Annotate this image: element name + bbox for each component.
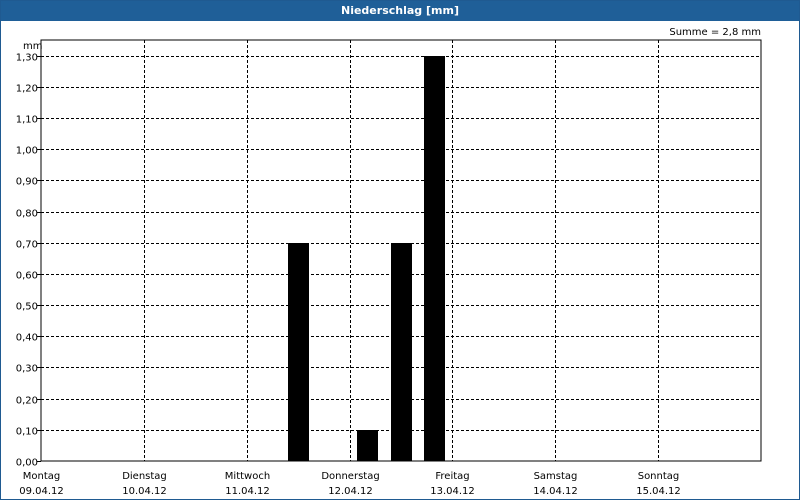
y-tick-label: 1,10 — [16, 115, 38, 126]
y-tick-label: 0,50 — [16, 302, 38, 313]
x-day-label: Mittwoch — [225, 471, 270, 482]
x-date-label: 12.04.12 — [328, 486, 373, 497]
y-tick-label: 1,30 — [16, 53, 38, 64]
y-tick-label: 0,00 — [16, 458, 38, 469]
y-tick-label: 0,80 — [16, 209, 38, 220]
y-tick-label: 0,30 — [16, 364, 38, 375]
y-axis-unit: mm — [23, 41, 42, 52]
y-tick-label: 0,90 — [16, 177, 38, 188]
x-date-label: 10.04.12 — [122, 486, 167, 497]
precipitation-bar — [357, 430, 378, 461]
x-day-label: Donnerstag — [321, 471, 379, 482]
x-day-label: Freitag — [435, 471, 469, 482]
x-day-label: Dienstag — [122, 471, 167, 482]
x-date-label: 15.04.12 — [636, 486, 681, 497]
precipitation-bar — [391, 243, 412, 461]
precipitation-bar — [288, 243, 309, 461]
y-tick-label: 1,00 — [16, 146, 38, 157]
y-tick-label: 0,60 — [16, 271, 38, 282]
y-tick-label: 0,20 — [16, 396, 38, 407]
y-tick-label: 1,20 — [16, 84, 38, 95]
y-tick-label: 0,40 — [16, 333, 38, 344]
x-day-label: Sonntag — [638, 471, 680, 482]
x-date-label: 13.04.12 — [430, 486, 475, 497]
y-tick-label: 0,70 — [16, 240, 38, 251]
x-date-label: 11.04.12 — [225, 486, 270, 497]
x-day-label: Montag — [23, 471, 60, 482]
y-tick-label: 0,10 — [16, 427, 38, 438]
x-date-label: 09.04.12 — [19, 486, 64, 497]
x-date-label: 14.04.12 — [533, 486, 578, 497]
precipitation-bar — [424, 56, 445, 461]
precipitation-chart: 0,00 0,10 0,20 0,30 0,40 0,50 0,60 0,70 0,80 0,90… — [16, 39, 762, 497]
x-day-label: Samstag — [534, 471, 578, 482]
